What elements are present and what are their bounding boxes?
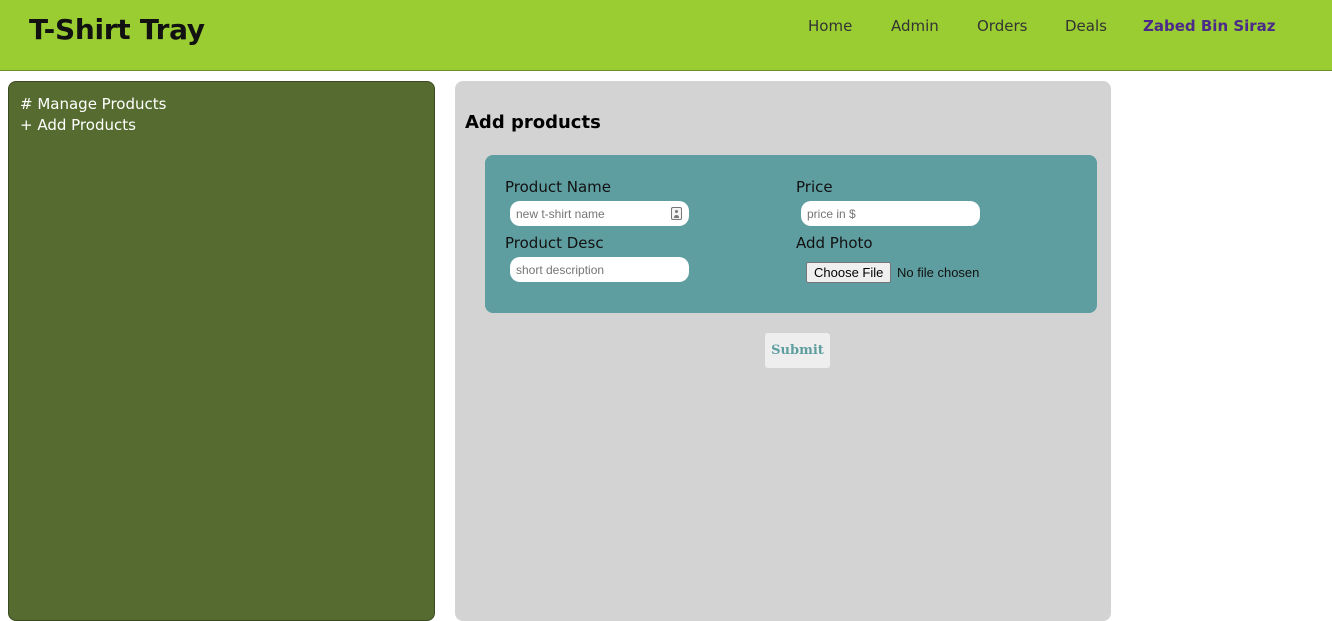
sidebar-item-add-products[interactable]: + Add Products: [20, 116, 136, 134]
product-name-input[interactable]: [510, 201, 689, 226]
product-form: Product Name Price Product Desc Add Phot…: [485, 155, 1097, 313]
sidebar-item-manage-products[interactable]: # Manage Products: [20, 95, 166, 113]
add-photo-label: Add Photo: [796, 234, 873, 252]
price-label: Price: [796, 178, 833, 196]
nav-user-name[interactable]: Zabed Bin Siraz: [1143, 17, 1276, 35]
product-desc-input[interactable]: [510, 257, 689, 282]
admin-sidebar: # Manage Products + Add Products: [8, 81, 435, 621]
nav-home-link[interactable]: Home: [808, 17, 852, 35]
nav-orders-link[interactable]: Orders: [977, 17, 1027, 35]
submit-button[interactable]: Submit: [765, 333, 830, 368]
nav-deals-link[interactable]: Deals: [1065, 17, 1107, 35]
choose-file-button[interactable]: Choose File: [806, 262, 892, 283]
product-desc-label: Product Desc: [505, 234, 604, 252]
page-title: Add products: [465, 112, 601, 133]
contact-card-icon[interactable]: [671, 207, 682, 220]
file-status-text: No file chosen: [897, 265, 980, 280]
brand-title[interactable]: T-Shirt Tray: [29, 13, 205, 46]
top-navbar: T-Shirt Tray Home Admin Orders Deals Zab…: [0, 0, 1332, 71]
price-input[interactable]: [801, 201, 980, 226]
nav-admin-link[interactable]: Admin: [891, 17, 939, 35]
product-name-label: Product Name: [505, 178, 611, 196]
add-products-panel: Add products Product Name Price Product …: [455, 81, 1111, 621]
